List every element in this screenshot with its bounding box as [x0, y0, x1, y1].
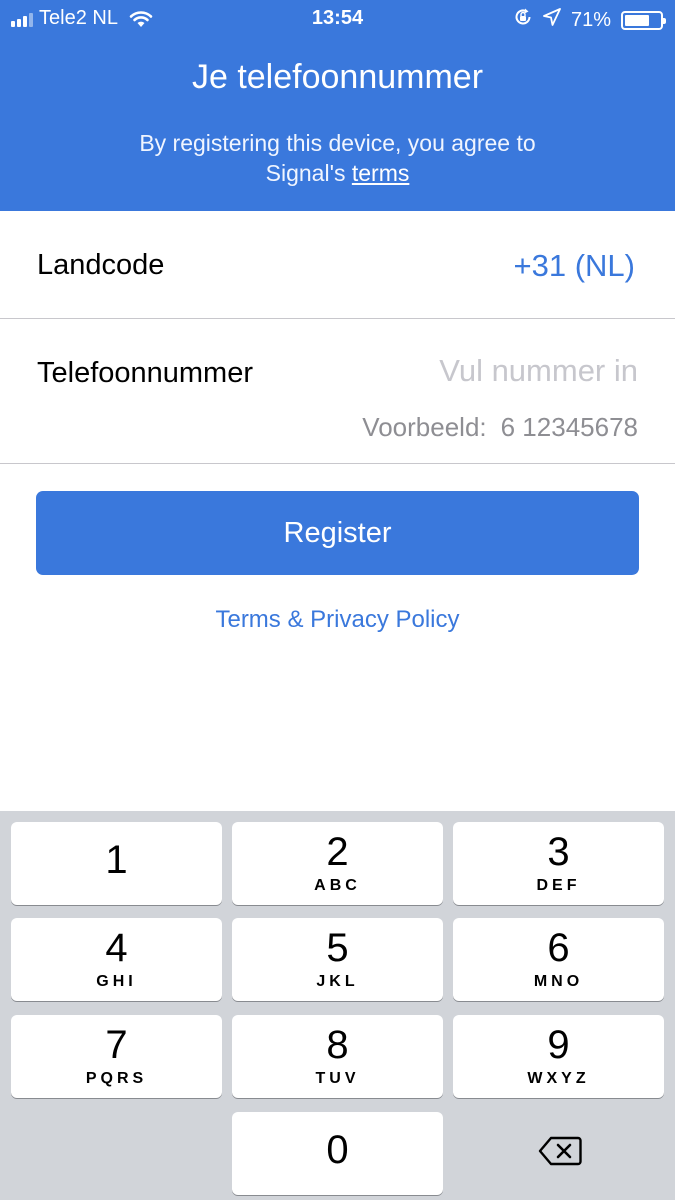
terms-link[interactable]: terms: [352, 160, 410, 186]
page-title: Je telefoonnummer: [191, 58, 484, 96]
key-6[interactable]: 6 MNO: [453, 918, 664, 1001]
status-bar: Tele2 NL 13:54 71%: [0, 0, 675, 38]
key-letters: JKL: [316, 973, 359, 990]
key-digit: 2: [326, 830, 349, 874]
key-3[interactable]: 3 DEF: [453, 822, 664, 905]
key-digit: 5: [326, 926, 349, 970]
battery-icon: [621, 10, 666, 30]
key-letters: GHI: [96, 973, 137, 990]
key-4[interactable]: 4 GHI: [11, 918, 222, 1001]
header: Tele2 NL 13:54 71% Je telefoonnummer By …: [0, 0, 675, 211]
terms-notice: By registering this device, you agree to…: [0, 128, 675, 188]
battery-percentage: 71%: [570, 8, 611, 31]
phone-example: Voorbeeld: 6 12345678: [362, 412, 638, 443]
terms-notice-line2: Signal's terms: [0, 158, 675, 188]
phone-number-input[interactable]: [338, 353, 638, 389]
example-label: Voorbeeld:: [362, 412, 487, 442]
key-letters: ABC: [314, 877, 361, 894]
key-0[interactable]: 0: [232, 1112, 443, 1195]
key-letters: DEF: [536, 877, 581, 894]
key-letters: WXYZ: [527, 1070, 590, 1087]
register-button[interactable]: Register: [36, 491, 639, 575]
terms-notice-line1: By registering this device, you agree to: [139, 130, 536, 156]
key-digit: 3: [547, 830, 570, 874]
country-code-row[interactable]: Landcode +31 (NL): [0, 211, 675, 319]
key-letters: PQRS: [85, 1070, 148, 1087]
key-digit: 9: [547, 1023, 570, 1067]
country-code-value[interactable]: +31 (NL): [514, 248, 635, 284]
key-digit: 4: [105, 926, 128, 970]
key-letters: MNO: [533, 973, 584, 990]
key-1[interactable]: 1: [11, 822, 222, 905]
key-digit: 6: [547, 926, 570, 970]
rotation-lock-icon: [513, 7, 533, 33]
delete-key[interactable]: [455, 1112, 665, 1195]
key-7[interactable]: 7 PQRS: [11, 1015, 222, 1098]
key-digit: 0: [326, 1128, 349, 1172]
key-letters: TUV: [315, 1070, 360, 1087]
key-8[interactable]: 8 TUV: [232, 1015, 443, 1098]
terms-privacy-link[interactable]: Terms & Privacy Policy: [0, 606, 675, 634]
key-5[interactable]: 5 JKL: [232, 918, 443, 1001]
key-9[interactable]: 9 WXYZ: [453, 1015, 664, 1098]
key-2[interactable]: 2 ABC: [232, 822, 443, 905]
phone-number-row: Telefoonnummer Voorbeeld: 6 12345678: [0, 320, 675, 464]
example-number: 6 12345678: [500, 412, 638, 442]
backspace-icon: [538, 1136, 582, 1171]
country-code-label: Landcode: [37, 249, 165, 281]
terms-notice-prefix: Signal's: [265, 160, 352, 186]
key-digit: 1: [105, 838, 128, 882]
location-icon: [543, 8, 561, 32]
phone-number-label: Telefoonnummer: [37, 357, 253, 389]
key-digit: 7: [105, 1023, 128, 1067]
key-digit: 8: [326, 1023, 349, 1067]
